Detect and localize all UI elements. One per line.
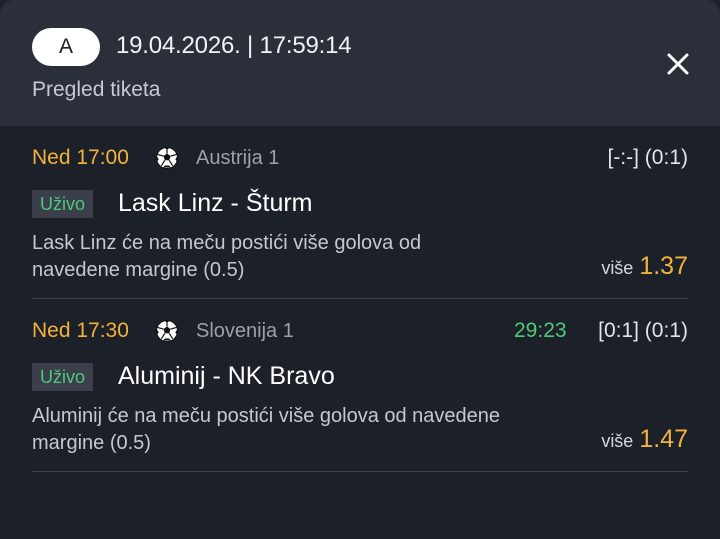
row-divider (32, 471, 688, 472)
ticket-badge: A (32, 28, 100, 66)
pick-label: više (601, 258, 634, 278)
league-name: Slovenija 1 (196, 320, 294, 342)
league-name: Austrija 1 (196, 147, 280, 169)
ticket-header: A 19.04.2026. | 17:59:14 Pregled tiketa (0, 0, 720, 126)
soccer-ball-icon (155, 319, 179, 343)
bet-description: Lask Linz će na meču postići više golova… (32, 232, 422, 281)
match-score: [-:-] (0:1) (607, 146, 688, 169)
ticket-row[interactable]: Ned 17:00 Austrija 1 [-:-] (0:1) Uživo L… (0, 126, 720, 298)
ticket-row[interactable]: Ned 17:30 Slovenija 1 29:23 [0:1] (0:1) … (0, 299, 720, 471)
odds-value: 1.47 (639, 425, 688, 453)
close-icon[interactable] (664, 50, 692, 78)
bet-description: Aluminij će na meču postići više golova … (32, 405, 501, 454)
match-minute: 29:23 (514, 319, 567, 342)
bet-pick: više 1.37 (601, 252, 688, 281)
live-badge: Uživo (32, 190, 94, 218)
match-time: Ned 17:00 (32, 146, 129, 169)
live-badge: Uživo (32, 363, 94, 391)
odds-value: 1.37 (639, 252, 688, 280)
match-name: Aluminij - NK Bravo (118, 362, 335, 390)
match-name: Lask Linz - Šturm (118, 189, 313, 217)
pick-label: više (601, 431, 634, 451)
match-score: [0:1] (0:1) (598, 319, 688, 342)
bet-pick: više 1.47 (601, 425, 688, 454)
page-title: Pregled tiketa (32, 78, 161, 101)
ticket-datetime: 19.04.2026. | 17:59:14 (116, 32, 352, 59)
match-time: Ned 17:30 (32, 319, 129, 342)
soccer-ball-icon (155, 146, 179, 170)
